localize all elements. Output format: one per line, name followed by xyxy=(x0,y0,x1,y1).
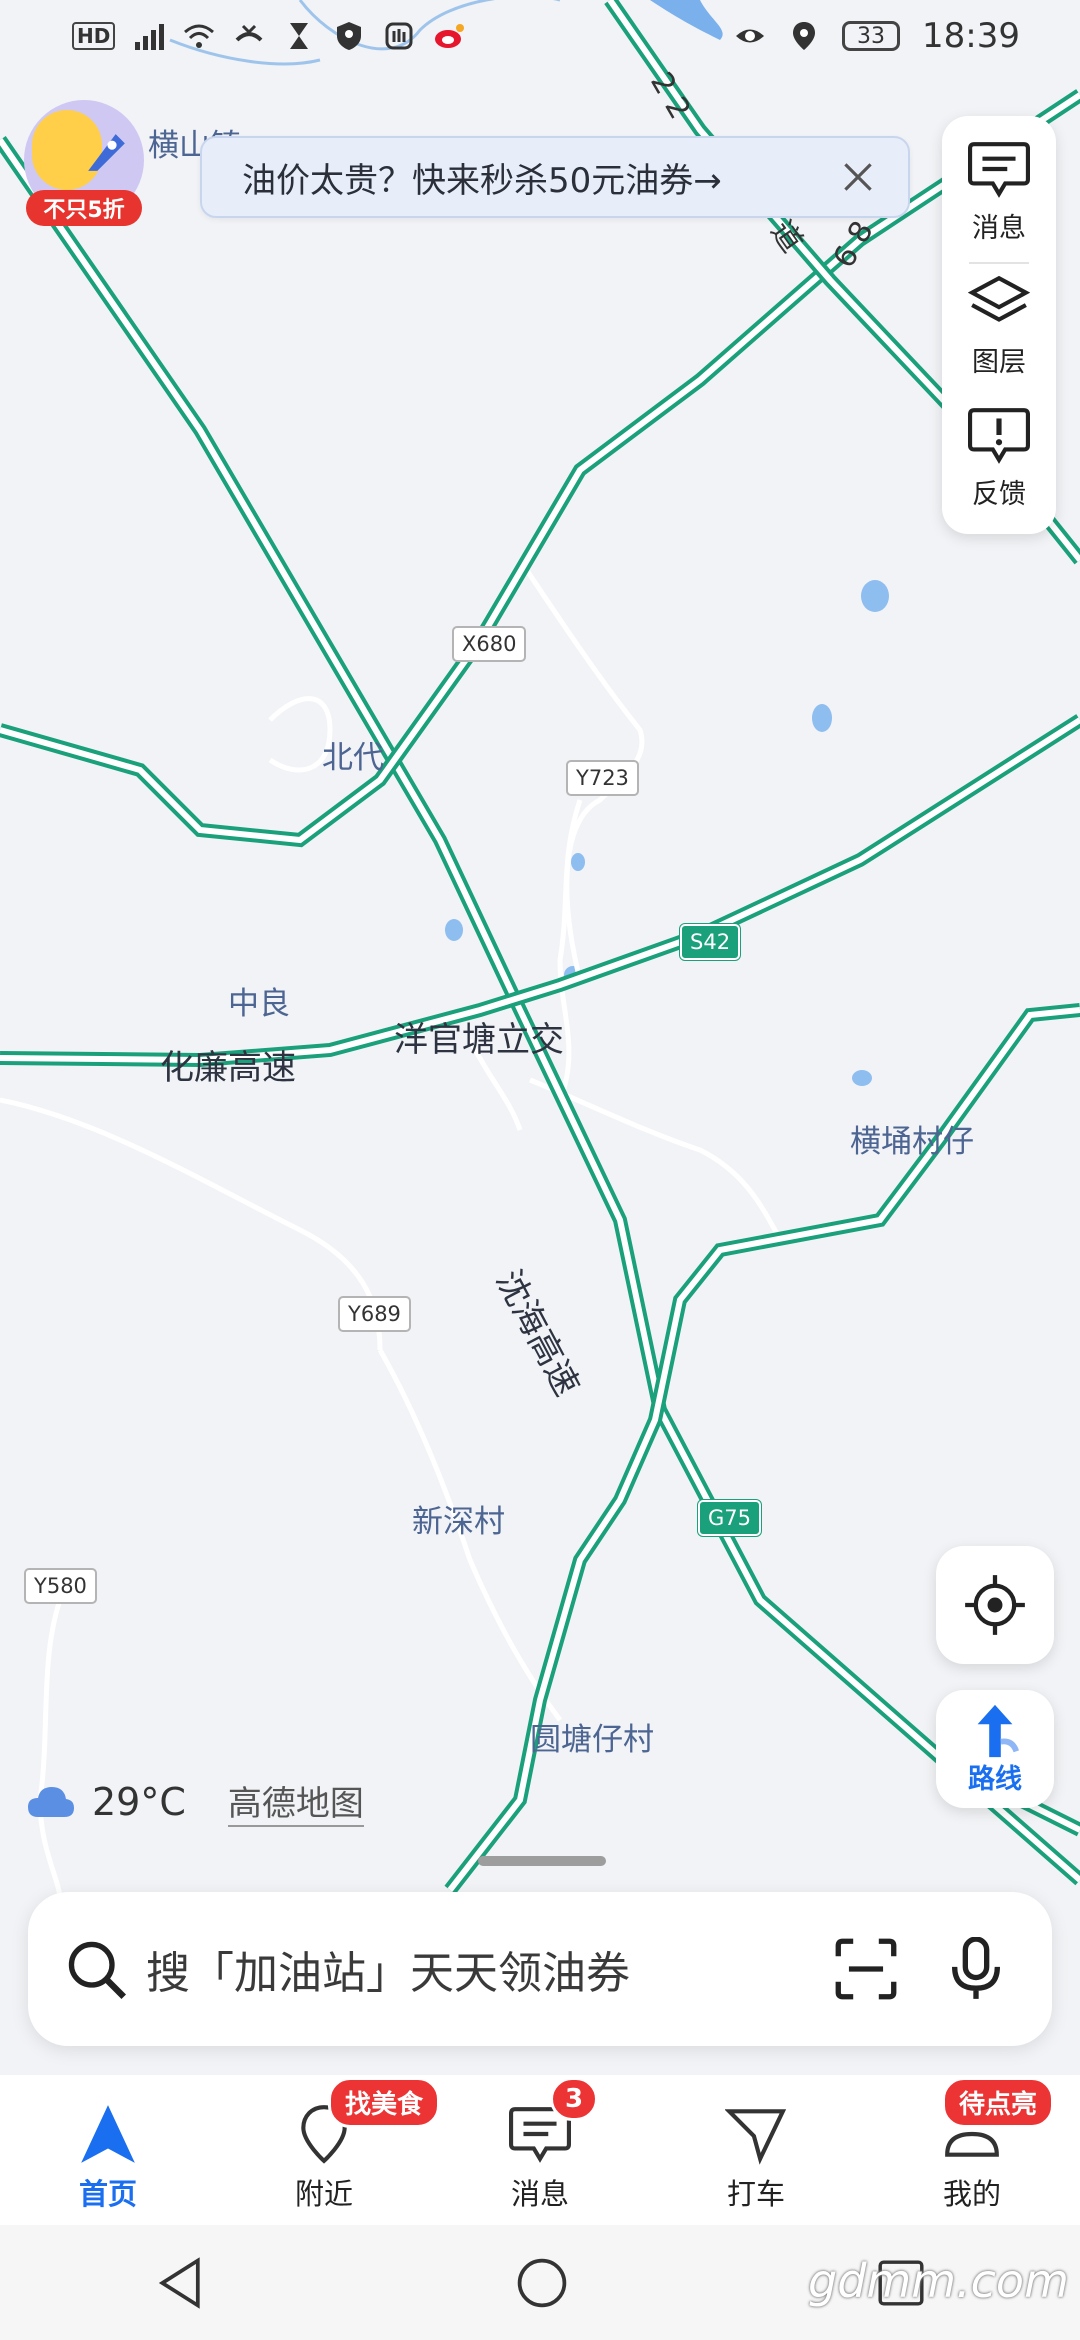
microphone-icon xyxy=(952,1937,1000,1999)
pond xyxy=(571,853,585,871)
scan-icon xyxy=(835,1938,897,2000)
location-pin-icon xyxy=(793,22,816,50)
side-layers-button[interactable]: 图层 xyxy=(942,270,1056,402)
crosshair-icon xyxy=(965,1575,1025,1635)
route-label: 路线 xyxy=(968,1763,1022,1795)
close-icon[interactable] xyxy=(838,157,878,197)
nav-label: 消息 xyxy=(510,2177,569,2211)
pond xyxy=(445,919,463,941)
drag-handle[interactable] xyxy=(478,1856,606,1866)
home-circle-icon[interactable] xyxy=(514,2255,570,2311)
map-place-label[interactable]: 新深村 xyxy=(412,1496,505,1541)
nav-badge: 找美食 xyxy=(328,2077,441,2128)
shield-icon xyxy=(337,22,362,50)
road-shield: Y580 xyxy=(24,1568,97,1604)
road-shield: X680 xyxy=(452,626,527,662)
nav-label: 首页 xyxy=(78,2177,137,2211)
message-icon xyxy=(964,136,1034,202)
status-icons-left: HD xyxy=(72,20,465,52)
cloud-icon xyxy=(28,1786,74,1817)
pond xyxy=(861,580,889,612)
map-place-label[interactable]: 中良 xyxy=(228,978,290,1023)
nav-label: 打车 xyxy=(726,2177,785,2211)
fuel-promo-banner[interactable]: 油价太贵？快来秒杀50元油券→ xyxy=(200,136,910,218)
taxi-icon xyxy=(721,2101,791,2167)
map-place-label[interactable]: 圆塘仔村 xyxy=(530,1714,654,1759)
weibo-icon xyxy=(435,24,465,48)
map-road-label: 化廉高速 xyxy=(160,1048,296,1088)
nav-taxi[interactable]: 打车 xyxy=(666,2075,846,2213)
road-shield: Y723 xyxy=(566,760,639,796)
highways xyxy=(0,0,1080,1895)
eye-icon xyxy=(736,29,765,43)
promo-badge: 不只5折 xyxy=(26,190,142,226)
side-item-label: 消息 xyxy=(972,213,1026,244)
hourglass-icon xyxy=(290,23,309,49)
scan-button[interactable] xyxy=(826,1929,906,2009)
missed-call-icon xyxy=(235,24,263,42)
search-bar[interactable]: 搜「加油站」天天领油券 xyxy=(28,1892,1052,2046)
map-place-label[interactable]: 横埇村仔 xyxy=(850,1116,974,1161)
weather-widget[interactable]: 29°C 高德地图 xyxy=(26,1776,364,1827)
feedback-icon xyxy=(964,402,1034,468)
map-place-label[interactable]: 北代 xyxy=(322,732,384,777)
map-interchange-label[interactable]: 洋官塘立交 xyxy=(394,1012,564,1061)
amap-logo: 高德地图 xyxy=(227,1776,364,1827)
clock: 18:39 xyxy=(922,16,1020,56)
hd-icon: HD xyxy=(72,22,116,50)
search-icon xyxy=(68,1941,126,1999)
pond xyxy=(852,1070,872,1086)
nav-home[interactable]: 首页 xyxy=(18,2075,198,2213)
side-item-label: 图层 xyxy=(972,347,1026,378)
pond xyxy=(812,704,832,732)
rocket-icon xyxy=(88,134,125,171)
navigation-arrow-icon xyxy=(73,2101,143,2167)
watermark: gdmm.com xyxy=(808,2254,1069,2308)
highway-shield: S42 xyxy=(680,924,741,960)
nav-messages[interactable]: 3 消息 xyxy=(450,2075,630,2213)
route-arrow-icon xyxy=(977,1704,1020,1757)
bottom-nav: 首页 找美食 附近 3 消息 打车 待点亮 我的 xyxy=(0,2075,1080,2225)
hand-icon xyxy=(385,22,413,50)
wifi-icon xyxy=(184,24,215,48)
back-icon[interactable] xyxy=(153,2255,209,2311)
nav-label: 我的 xyxy=(942,2177,1001,2211)
nav-profile[interactable]: 待点亮 我的 xyxy=(882,2075,1062,2213)
nav-badge: 3 xyxy=(550,2077,599,2121)
side-message-button[interactable]: 消息 xyxy=(942,136,1056,268)
layers-icon xyxy=(964,270,1034,336)
banner-text: 油价太贵？快来秒杀50元油券→ xyxy=(242,160,722,201)
map-side-panel: 消息 图层 反馈 xyxy=(942,116,1056,534)
search-input[interactable]: 搜「加油站」天天领油券 xyxy=(146,1937,796,2001)
nav-nearby[interactable]: 找美食 附近 xyxy=(234,2075,441,2213)
status-icons-right: 33 18:39 xyxy=(734,16,1020,56)
temperature: 29°C xyxy=(92,1779,186,1824)
nav-badge: 待点亮 xyxy=(942,2077,1055,2128)
highway-shield: G75 xyxy=(698,1500,761,1536)
side-feedback-button[interactable]: 反馈 xyxy=(942,402,1056,534)
4g-signal-icon xyxy=(135,24,165,50)
battery-indicator: 33 xyxy=(842,21,901,51)
status-bar: HD 33 18:39 xyxy=(0,0,1080,72)
voice-button[interactable] xyxy=(936,1929,1016,2009)
promo-avatar[interactable]: 不只5折 xyxy=(24,100,144,226)
locate-button[interactable] xyxy=(936,1546,1054,1664)
road-shield: Y689 xyxy=(338,1296,411,1332)
route-button[interactable]: 路线 xyxy=(936,1690,1054,1808)
divider xyxy=(969,262,1029,264)
nav-label: 附近 xyxy=(294,2177,353,2211)
side-item-label: 反馈 xyxy=(972,479,1026,510)
